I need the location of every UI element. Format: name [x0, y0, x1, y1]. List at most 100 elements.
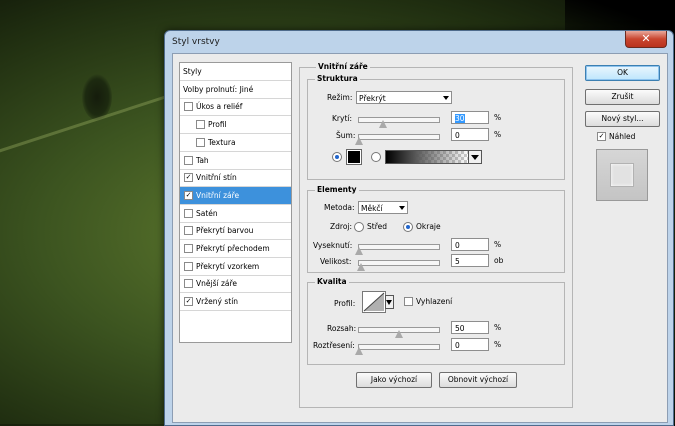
- source-edge-radio[interactable]: [403, 222, 413, 232]
- anti-aliased-checkbox[interactable]: [404, 297, 413, 306]
- size-label: Velikost:: [320, 257, 352, 266]
- sidebar-checkbox[interactable]: [184, 279, 193, 289]
- range-value: 50: [455, 324, 465, 333]
- sidebar-item-label: Překrytí barvou: [196, 226, 254, 236]
- size-slider-thumb[interactable]: [357, 263, 365, 271]
- sidebar-item-profil[interactable]: Profil: [180, 116, 291, 135]
- contour-icon: [363, 292, 385, 312]
- sidebar-item-prekryti-prechodem[interactable]: Překrytí přechodem: [180, 240, 291, 258]
- source-edge-label[interactable]: Okraje: [416, 222, 441, 231]
- choke-slider[interactable]: [355, 244, 440, 255]
- sidebar-item-textura[interactable]: Textura: [180, 134, 291, 152]
- jitter-slider[interactable]: [355, 344, 440, 355]
- quality-group: Kvalita Profil: Vyhlazení Rozsah: 50 % R…: [307, 277, 565, 365]
- glow-gradient-picker[interactable]: [385, 150, 469, 164]
- contour-dropdown-button[interactable]: [385, 295, 394, 309]
- method-label: Metoda:: [324, 203, 355, 212]
- choke-unit: %: [494, 240, 502, 249]
- sidebar-item-label: Překrytí přechodem: [196, 244, 270, 253]
- choke-slider-thumb[interactable]: [355, 247, 363, 255]
- sidebar-checkbox[interactable]: [196, 120, 205, 130]
- jitter-slider-thumb[interactable]: [355, 347, 363, 355]
- make-default-button[interactable]: Jako výchozí: [356, 372, 432, 388]
- opacity-value: 30: [455, 114, 465, 123]
- panel-title: Vnitřní záře: [316, 62, 370, 71]
- sidebar-checkbox[interactable]: [184, 208, 193, 218]
- sidebar-item-ukos-a-relief[interactable]: Úkos a reliéf: [180, 98, 291, 117]
- sidebar-item-vnitrni-zare[interactable]: ✓ Vnitřní záře: [180, 186, 291, 205]
- new-style-button[interactable]: Nový styl...: [585, 111, 660, 127]
- noise-slider[interactable]: [355, 134, 440, 145]
- blend-mode-select[interactable]: Překrýt: [356, 91, 452, 104]
- source-center-label[interactable]: Střed: [367, 222, 387, 231]
- layer-style-dialog: Styl vrstvy ✕ Styly Volby prolnutí: Jiné Ú…: [164, 30, 674, 426]
- elements-title: Elementy: [315, 185, 359, 194]
- opacity-slider[interactable]: [358, 117, 440, 128]
- structure-title: Struktura: [315, 74, 360, 83]
- noise-input[interactable]: 0: [451, 128, 489, 141]
- size-value: 5: [455, 257, 460, 266]
- jitter-label: Roztřesení:: [313, 341, 355, 350]
- opacity-slider-thumb[interactable]: [379, 120, 387, 128]
- sidebar-checkbox[interactable]: [184, 226, 193, 236]
- preview-checkbox[interactable]: ✓: [597, 132, 606, 141]
- contour-picker[interactable]: [362, 291, 386, 313]
- sidebar-item-prekryti-vzorkem[interactable]: Překrytí vzorkem: [180, 258, 291, 276]
- sidebar-checkbox[interactable]: [184, 244, 193, 253]
- source-center-radio[interactable]: [354, 222, 364, 232]
- size-slider[interactable]: [357, 260, 440, 271]
- sidebar-checkbox[interactable]: [184, 155, 193, 165]
- jitter-input[interactable]: 0: [451, 338, 489, 351]
- range-input[interactable]: 50: [451, 321, 489, 334]
- preview-label[interactable]: Náhled: [609, 132, 635, 141]
- inner-glow-panel: Vnitřní záře Struktura Režim: Překrýt Kr…: [299, 62, 573, 408]
- choke-input[interactable]: 0: [451, 238, 489, 251]
- glow-color-swatch[interactable]: [346, 149, 362, 165]
- sidebar-item-label: Styly: [183, 67, 202, 76]
- ok-button[interactable]: OK: [585, 65, 660, 81]
- sidebar-item-vnitrni-stin[interactable]: ✓ Vnitřní stín: [180, 169, 291, 188]
- range-slider-thumb[interactable]: [395, 330, 403, 338]
- anti-aliased-label[interactable]: Vyhlazení: [416, 297, 452, 306]
- sidebar-item-vnejsi-zare[interactable]: Vnější záře: [180, 275, 291, 294]
- chevron-down-icon: [399, 206, 405, 210]
- sidebar-item-label: Vnitřní záře: [196, 190, 240, 200]
- sidebar-item-styly[interactable]: Styly: [180, 63, 291, 81]
- sidebar-item-vrzeny-stin[interactable]: ✓ Vržený stín: [180, 293, 291, 312]
- sidebar-item-prekryti-barvou[interactable]: Překrytí barvou: [180, 222, 291, 241]
- sidebar-item-volby-prolnuti-jine[interactable]: Volby prolnutí: Jiné: [180, 81, 291, 99]
- sidebar-checkbox[interactable]: ✓: [184, 190, 193, 200]
- sidebar-item-saten[interactable]: Satén: [180, 205, 291, 223]
- sidebar-checkbox[interactable]: [184, 261, 193, 271]
- opacity-input[interactable]: 30: [451, 111, 489, 124]
- cancel-button[interactable]: Zrušit: [585, 89, 660, 105]
- sidebar-item-label: Satén: [196, 208, 218, 218]
- title-bar[interactable]: Styl vrstvy ✕: [165, 31, 673, 53]
- blend-mode-value: Překrýt: [359, 94, 386, 103]
- sidebar-checkbox[interactable]: ✓: [184, 173, 193, 183]
- reset-default-button[interactable]: Obnovit výchozí: [439, 372, 517, 388]
- size-input[interactable]: 5: [451, 254, 489, 267]
- contour-label: Profil:: [334, 299, 356, 308]
- range-slider[interactable]: [358, 327, 440, 338]
- gradient-dropdown-button[interactable]: [468, 150, 482, 164]
- gradient-radio[interactable]: [371, 152, 381, 162]
- sidebar-item-tah[interactable]: Tah: [180, 152, 291, 170]
- technique-select[interactable]: Měkčí: [358, 201, 408, 214]
- sidebar-checkbox[interactable]: [196, 137, 205, 147]
- choke-value: 0: [455, 241, 460, 250]
- elements-group: Elementy Metoda: Měkčí Zdroj: Střed Okra…: [307, 185, 565, 273]
- style-preview-thumbnail: [596, 149, 648, 201]
- sidebar-checkbox[interactable]: ✓: [184, 297, 193, 307]
- noise-slider-thumb[interactable]: [355, 137, 363, 145]
- color-radio[interactable]: [332, 152, 342, 162]
- range-label: Rozsah:: [327, 324, 357, 333]
- sidebar-item-label: Profil: [208, 120, 227, 130]
- sidebar-checkbox[interactable]: [184, 102, 193, 112]
- sidebar-item-label: Textura: [208, 137, 236, 147]
- jitter-unit: %: [494, 340, 502, 349]
- preview-swatch: [610, 163, 634, 187]
- close-button[interactable]: ✕: [625, 31, 667, 48]
- noise-unit: %: [494, 130, 502, 139]
- sidebar-item-label: Úkos a reliéf: [196, 102, 243, 112]
